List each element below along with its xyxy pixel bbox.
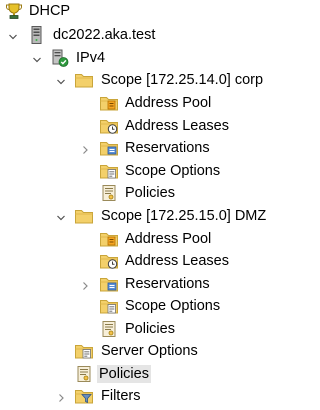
tree-node-reservations[interactable]: Reservations (0, 137, 317, 160)
tree-node-scope-options[interactable]: Scope Options (0, 160, 317, 183)
tree-label: Policies (125, 321, 175, 337)
dhcp-tree: DHCP dc2022.aka.test IPv4 Scope [172.25.… (0, 0, 317, 408)
policies-icon (99, 319, 119, 339)
tree-label: Scope [172.25.15.0] DMZ (101, 208, 267, 224)
tree-label: Filters (101, 388, 141, 404)
tree-node-reservations[interactable]: Reservations (0, 273, 317, 296)
tree-node-address-leases[interactable]: Address Leases (0, 115, 317, 138)
policies-icon (99, 183, 119, 203)
reservations-icon (99, 274, 119, 294)
ipv4-ok-icon (50, 48, 70, 68)
chevron-down-icon[interactable] (8, 30, 18, 40)
tree-label: Reservations (125, 140, 210, 156)
tree-node-filters[interactable]: Filters (0, 385, 317, 408)
address-leases-icon (99, 251, 119, 271)
chevron-down-icon[interactable] (56, 75, 66, 85)
chevron-down-icon[interactable] (56, 211, 66, 221)
chevron-right-icon[interactable] (80, 279, 90, 289)
chevron-right-icon[interactable] (56, 391, 66, 401)
tree-label: IPv4 (76, 50, 106, 66)
tree-node-server-policies[interactable]: Policies (0, 363, 317, 386)
tree-label: Scope Options (125, 163, 221, 179)
address-leases-icon (99, 116, 119, 136)
filter-icon (74, 386, 94, 406)
tree-node-policies[interactable]: Policies (0, 182, 317, 205)
tree-node-address-leases[interactable]: Address Leases (0, 250, 317, 273)
tree-node-server[interactable]: dc2022.aka.test (0, 24, 317, 47)
tree-label: Address Leases (125, 253, 229, 269)
tree-label: dc2022.aka.test (53, 27, 156, 43)
tree-node-scope-dmz[interactable]: Scope [172.25.15.0] DMZ (0, 205, 317, 228)
tree-node-scope-corp[interactable]: Scope [172.25.14.0] corp (0, 69, 317, 92)
tree-node-ipv4[interactable]: IPv4 (0, 47, 317, 70)
scope-options-icon (99, 296, 119, 316)
server-icon (27, 25, 47, 45)
tree-label: Reservations (125, 276, 210, 292)
tree-label: Scope [172.25.14.0] corp (101, 72, 264, 88)
folder-icon (74, 70, 94, 90)
tree-label: Policies (125, 185, 175, 201)
tree-label: Scope Options (125, 298, 221, 314)
tree-label: Address Leases (125, 118, 229, 134)
server-options-icon (74, 341, 94, 361)
reservations-icon (99, 138, 119, 158)
tree-node-scope-options[interactable]: Scope Options (0, 295, 317, 318)
tree-node-address-pool[interactable]: Address Pool (0, 228, 317, 251)
tree-node-address-pool[interactable]: Address Pool (0, 92, 317, 115)
dhcp-trophy-icon (4, 1, 24, 21)
address-pool-icon (99, 229, 119, 249)
scope-options-icon (99, 161, 119, 181)
tree-node-dhcp[interactable]: DHCP (0, 0, 317, 23)
tree-label: Policies (97, 365, 151, 383)
tree-node-policies[interactable]: Policies (0, 318, 317, 341)
tree-label: DHCP (29, 3, 71, 19)
chevron-right-icon[interactable] (80, 143, 90, 153)
tree-node-server-options[interactable]: Server Options (0, 340, 317, 363)
tree-label: Address Pool (125, 231, 212, 247)
tree-label: Address Pool (125, 95, 212, 111)
policies-icon (74, 364, 94, 384)
folder-icon (74, 206, 94, 226)
tree-label: Server Options (101, 343, 198, 359)
chevron-down-icon[interactable] (32, 53, 42, 63)
address-pool-icon (99, 93, 119, 113)
